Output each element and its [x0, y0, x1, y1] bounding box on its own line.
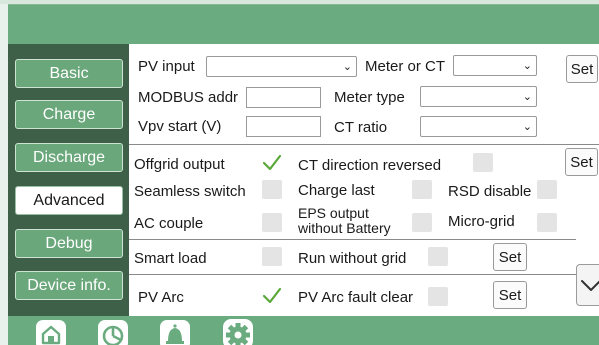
- sidebar-item-device-info[interactable]: Device info.: [15, 271, 123, 300]
- vpv-start-label: Vpv start (V): [138, 118, 222, 135]
- set-button-section3[interactable]: Set: [493, 243, 527, 271]
- modbus-addr-input[interactable]: [246, 87, 321, 108]
- sidebar-item-advanced[interactable]: Advanced: [15, 186, 123, 215]
- bell-icon[interactable]: [156, 316, 194, 345]
- chevron-down-icon: ⌄: [522, 60, 532, 72]
- set-button-section4[interactable]: Set: [493, 281, 527, 309]
- modbus-addr-label: MODBUS addr: [138, 89, 239, 106]
- vpv-start-input[interactable]: [246, 116, 321, 137]
- meter-type-select[interactable]: ⌄: [420, 86, 537, 107]
- chevron-down-icon: ⌄: [522, 121, 532, 133]
- settings-panel: [129, 44, 599, 316]
- eps-output-checkbox[interactable]: [412, 213, 432, 232]
- sidebar-item-charge[interactable]: Charge: [15, 100, 123, 129]
- header-bar: [8, 4, 599, 44]
- pv-input-label: PV input: [138, 58, 195, 75]
- divider: [129, 144, 599, 145]
- pv-arc-fault-clear-checkbox[interactable]: [428, 287, 448, 306]
- pie-chart-icon[interactable]: [94, 316, 132, 345]
- bottom-nav: [8, 316, 599, 345]
- home-icon[interactable]: [32, 316, 70, 345]
- meter-type-label: Meter type: [334, 89, 405, 106]
- meter-ct-select[interactable]: ⌄: [453, 55, 537, 76]
- run-without-grid-checkbox[interactable]: [428, 247, 448, 266]
- micro-grid-checkbox[interactable]: [537, 213, 557, 232]
- charge-last-checkbox[interactable]: [412, 180, 432, 199]
- pv-arc-checkbox[interactable]: [262, 286, 282, 305]
- ct-ratio-select[interactable]: ⌄: [420, 116, 537, 137]
- meter-ct-label: Meter or CT: [365, 58, 446, 75]
- rsd-disable-label: RSD disable: [448, 183, 532, 200]
- scroll-down-button[interactable]: [576, 264, 599, 306]
- gear-icon[interactable]: [219, 316, 257, 345]
- pv-arc-fault-clear-label: PV Arc fault clear: [298, 289, 414, 306]
- chevron-down-icon: ⌄: [342, 61, 352, 73]
- pv-arc-label: PV Arc: [138, 289, 184, 306]
- pv-input-select[interactable]: ⌄: [206, 56, 357, 77]
- rsd-disable-checkbox[interactable]: [537, 180, 557, 199]
- offgrid-output-label: Offgrid output: [134, 156, 225, 173]
- left-edge: [0, 4, 8, 345]
- smart-load-checkbox[interactable]: [262, 247, 282, 266]
- checkmark-icon: [262, 287, 282, 304]
- seamless-switch-label: Seamless switch: [134, 183, 246, 200]
- set-button-section2[interactable]: Set: [565, 148, 598, 176]
- ct-direction-reversed-label: CT direction reversed: [298, 157, 442, 174]
- ct-direction-reversed-checkbox[interactable]: [473, 153, 493, 172]
- eps-output-label: EPS output without Battery: [298, 205, 391, 236]
- ct-ratio-label: CT ratio: [334, 119, 388, 136]
- divider: [129, 239, 576, 240]
- sidebar-item-debug[interactable]: Debug: [15, 229, 123, 258]
- checkmark-icon: [262, 154, 282, 171]
- ac-couple-label: AC couple: [134, 215, 204, 232]
- sidebar-item-discharge[interactable]: Discharge: [15, 143, 123, 172]
- seamless-switch-checkbox[interactable]: [262, 180, 282, 199]
- run-without-grid-label: Run without grid: [298, 250, 407, 267]
- micro-grid-label: Micro-grid: [448, 213, 515, 230]
- chevron-down-icon: [581, 280, 599, 291]
- charge-last-label: Charge last: [298, 182, 375, 199]
- offgrid-output-checkbox[interactable]: [262, 153, 282, 172]
- set-button-section1[interactable]: Set: [566, 55, 598, 83]
- sidebar: Basic Charge Discharge Advanced Debug De…: [8, 44, 129, 316]
- chevron-down-icon: ⌄: [522, 91, 532, 103]
- ac-couple-checkbox[interactable]: [262, 213, 282, 232]
- divider: [129, 274, 576, 275]
- smart-load-label: Smart load: [134, 250, 207, 267]
- sidebar-item-basic[interactable]: Basic: [15, 59, 123, 88]
